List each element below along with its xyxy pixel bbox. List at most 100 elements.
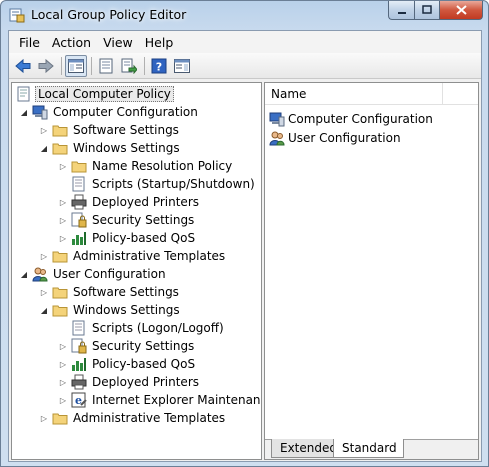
column-header-name[interactable]: Name [265, 83, 443, 105]
tree-item-computer-configuration[interactable]: ◢ Computer Configuration [12, 103, 261, 121]
expand-icon[interactable]: ▷ [57, 340, 69, 352]
collapse-icon[interactable]: ◢ [38, 304, 50, 316]
expand-icon[interactable]: ▷ [57, 376, 69, 388]
show-hide-tree-button[interactable] [65, 54, 87, 77]
tree-item-user-security-settings[interactable]: ▷ Security Settings [12, 337, 261, 355]
tree-item-software-settings[interactable]: ▷ Software Settings [12, 121, 261, 139]
maximize-button[interactable] [414, 1, 440, 20]
expand-icon[interactable]: ▷ [57, 214, 69, 226]
properties-button[interactable] [95, 55, 117, 77]
expand-icon[interactable]: ▷ [57, 196, 69, 208]
properties-icon [99, 58, 113, 73]
policy-editor-icon [9, 8, 25, 23]
forward-button[interactable] [35, 55, 57, 77]
toolbar-separator [61, 56, 62, 75]
tree-item-label: Computer Configuration [53, 105, 198, 119]
back-button[interactable] [12, 55, 34, 77]
tree-item-label: User Configuration [53, 267, 166, 281]
users-icon [32, 267, 48, 282]
expand-icon[interactable]: ▷ [57, 160, 69, 172]
menu-file[interactable]: File [13, 33, 46, 52]
tree-item-scripts-logon-logoff[interactable]: Scripts (Logon/Logoff) [12, 319, 261, 337]
folder-icon [52, 287, 68, 299]
tree-item-user-configuration[interactable]: ◢ User Configuration [12, 265, 261, 283]
show-hide-action-pane-icon [174, 58, 190, 73]
toolbar-separator [91, 56, 92, 75]
tree-item-user-policy-based-qos[interactable]: ▷ Policy-based QoS [12, 355, 261, 373]
expand-icon[interactable]: ▷ [57, 232, 69, 244]
tree-item-label: Policy-based QoS [92, 357, 196, 371]
tree-item-label: Software Settings [73, 123, 179, 137]
tree-item-user-software-settings[interactable]: ▷ Software Settings [12, 283, 261, 301]
tree-item-local-computer-policy[interactable]: Local Computer Policy [12, 85, 261, 103]
script-icon [72, 320, 85, 336]
svg-text:e: e [75, 394, 82, 407]
tree-item-label: Policy-based QoS [92, 231, 196, 245]
view-tabs: Extended Standard [265, 439, 478, 459]
export-list-icon [121, 58, 137, 74]
tree-item-label: Administrative Templates [73, 411, 226, 425]
folder-icon [71, 161, 87, 173]
title-bar[interactable]: Local Group Policy Editor [1, 1, 488, 29]
security-icon [71, 338, 87, 354]
tree-item-label: Local Computer Policy [35, 86, 174, 102]
tree-item-windows-settings[interactable]: ◢ Windows Settings [12, 139, 261, 157]
script-icon [72, 176, 85, 192]
toolbar-separator [144, 56, 145, 75]
close-button[interactable] [440, 1, 483, 20]
details-pane: Name Computer Configuration User Configu… [264, 82, 479, 460]
menu-help[interactable]: Help [139, 33, 180, 52]
expand-icon[interactable]: ▷ [38, 286, 50, 298]
internet-explorer-maintenance-icon: e [71, 392, 87, 408]
tree-item-name-resolution-policy[interactable]: ▷ Name Resolution Policy [12, 157, 261, 175]
menu-action[interactable]: Action [46, 33, 97, 52]
chart-bars-icon [72, 358, 86, 371]
expand-icon[interactable]: ▷ [38, 124, 50, 136]
tree-item-label: Deployed Printers [92, 195, 200, 209]
menu-view[interactable]: View [97, 33, 139, 52]
maximize-icon [422, 5, 432, 14]
collapse-icon[interactable]: ◢ [18, 106, 30, 118]
computer-icon [269, 112, 285, 127]
expand-icon[interactable]: ▷ [38, 250, 50, 262]
back-icon [15, 58, 31, 73]
folder-icon [52, 305, 68, 317]
list-item-label: User Configuration [288, 131, 401, 145]
expand-icon[interactable]: ▷ [38, 412, 50, 424]
list-item-computer-configuration[interactable]: Computer Configuration [269, 110, 433, 128]
tree-item-security-settings[interactable]: ▷ Security Settings [12, 211, 261, 229]
collapse-icon[interactable]: ◢ [18, 268, 30, 280]
tab-standard[interactable]: Standard [333, 439, 404, 458]
tree-item-policy-based-qos[interactable]: ▷ Policy-based QoS [12, 229, 261, 247]
tree-item-label: Software Settings [73, 285, 179, 299]
tree-item-label: Security Settings [92, 213, 195, 227]
list-item-user-configuration[interactable]: User Configuration [269, 129, 401, 147]
tree-item-label: Deployed Printers [92, 375, 200, 389]
help-button[interactable]: ? [148, 55, 170, 77]
window-title: Local Group Policy Editor [31, 7, 187, 22]
folder-icon [52, 125, 68, 137]
tree-item-scripts-startup-shutdown[interactable]: Scripts (Startup/Shutdown) [12, 175, 261, 193]
tree-item-label: Windows Settings [73, 303, 180, 317]
printer-icon [71, 374, 87, 390]
printer-icon [71, 194, 87, 210]
tree-item-internet-explorer-maintenance[interactable]: ▷ e Internet Explorer Maintenance [12, 391, 261, 409]
toolbar: ? [9, 53, 481, 79]
export-list-button[interactable] [118, 55, 140, 77]
tree-item-user-administrative-templates[interactable]: ▷ Administrative Templates [12, 409, 261, 427]
list-item-label: Computer Configuration [288, 112, 433, 126]
show-hide-action-pane-button[interactable] [171, 55, 193, 77]
expand-icon[interactable]: ▷ [57, 358, 69, 370]
minimize-button[interactable] [388, 1, 414, 20]
minimize-icon [397, 12, 406, 14]
expand-icon[interactable]: ▷ [57, 394, 69, 406]
tree-item-label: Administrative Templates [73, 249, 226, 263]
tree-pane[interactable]: Local Computer Policy ◢ Computer Configu… [11, 82, 262, 460]
tree-item-user-deployed-printers[interactable]: ▷ Deployed Printers [12, 373, 261, 391]
app-window: Local Group Policy Editor File Action Vi… [0, 0, 489, 467]
svg-text:?: ? [156, 60, 162, 73]
tree-item-deployed-printers[interactable]: ▷ Deployed Printers [12, 193, 261, 211]
collapse-icon[interactable]: ◢ [38, 142, 50, 154]
tree-item-administrative-templates[interactable]: ▷ Administrative Templates [12, 247, 261, 265]
tree-item-user-windows-settings[interactable]: ◢ Windows Settings [12, 301, 261, 319]
